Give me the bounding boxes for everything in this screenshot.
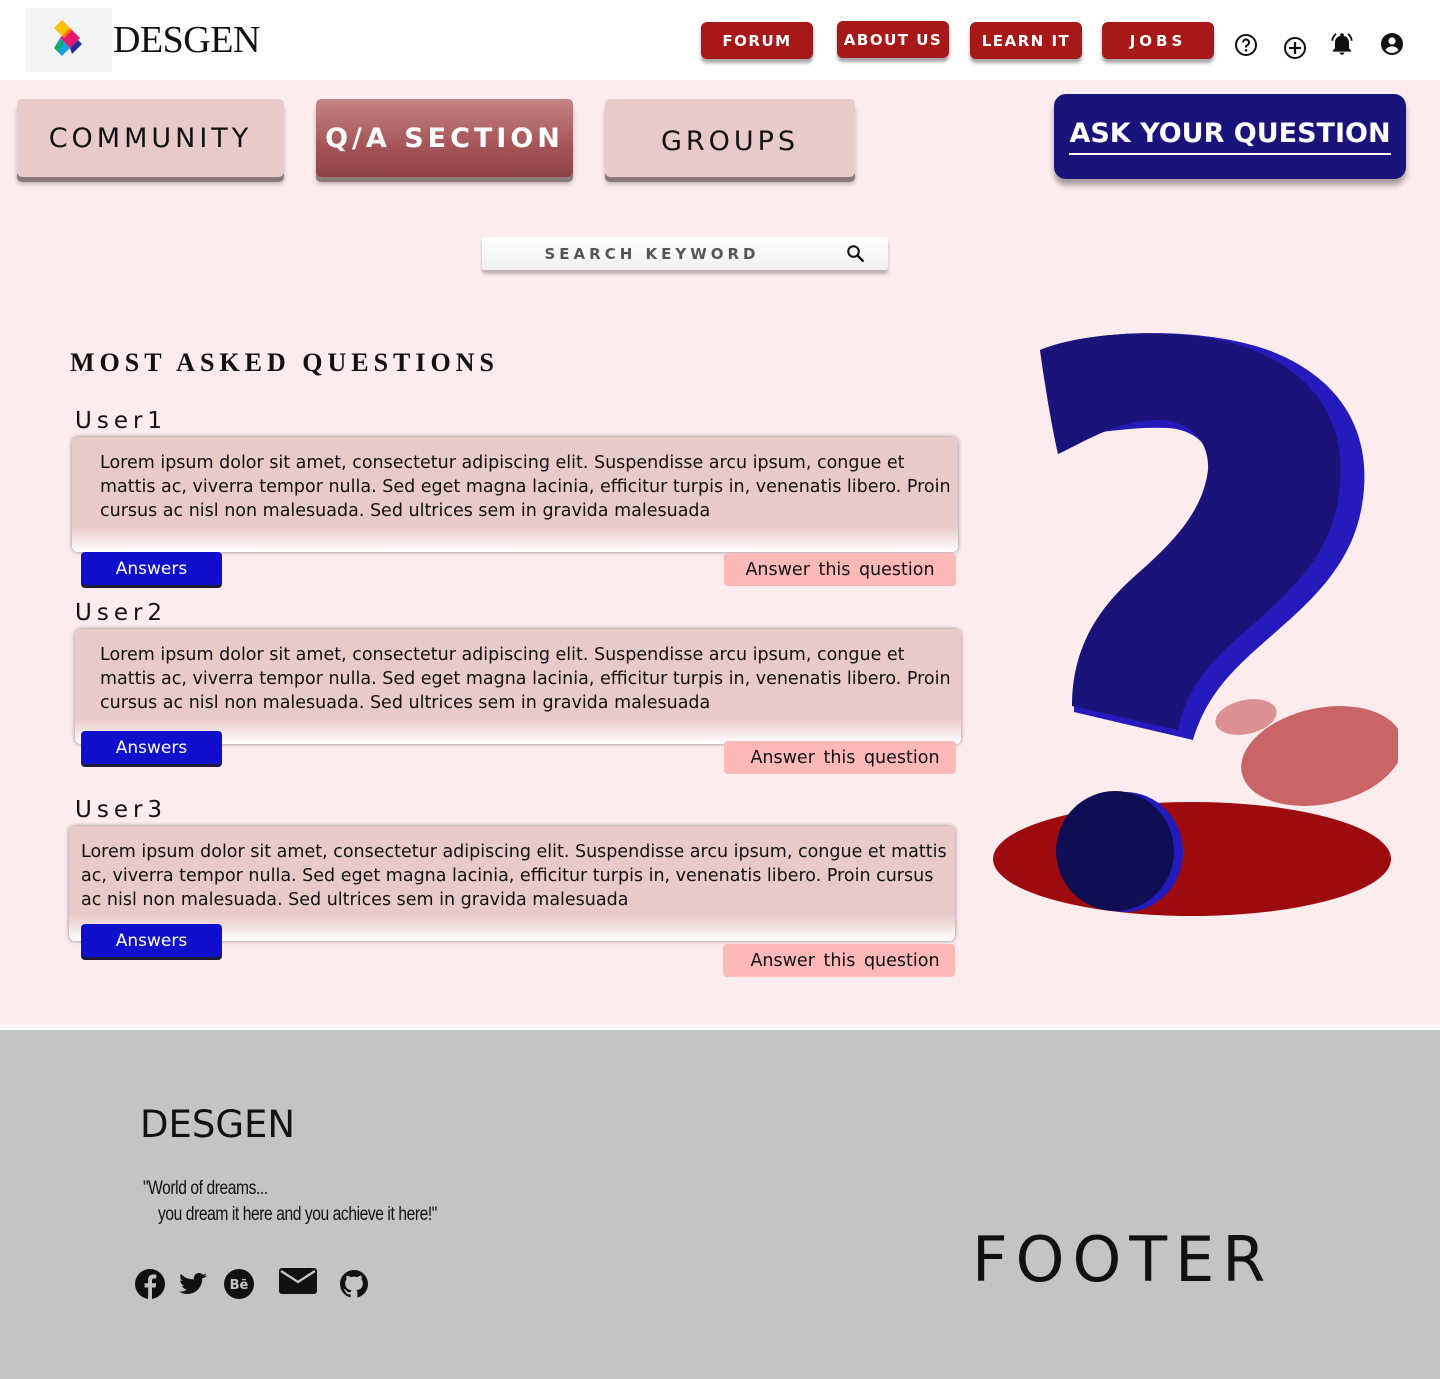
github-icon[interactable] bbox=[338, 1268, 370, 1300]
help-icon[interactable] bbox=[1234, 33, 1258, 57]
add-circle-icon[interactable] bbox=[1283, 36, 1307, 60]
ask-question-button[interactable]: ASK YOUR QUESTION bbox=[1054, 94, 1406, 179]
twitter-icon[interactable] bbox=[178, 1268, 210, 1300]
search-bar bbox=[482, 237, 888, 270]
nav-about-us-button[interactable]: ABOUT US bbox=[837, 21, 949, 58]
ask-question-label: ASK YOUR QUESTION bbox=[1069, 118, 1391, 155]
question-user-label: User1 bbox=[75, 408, 168, 434]
account-icon[interactable] bbox=[1380, 32, 1404, 56]
question-user-label: User3 bbox=[75, 797, 168, 823]
notification-bell-icon[interactable] bbox=[1329, 31, 1355, 57]
footer-tagline-line1: "World of dreams... bbox=[143, 1178, 268, 1199]
answer-question-button[interactable]: Answer this question bbox=[724, 741, 956, 774]
question-card: Lorem ipsum dolor sit amet, consectetur … bbox=[75, 629, 961, 744]
brand-name: DESGEN bbox=[113, 19, 260, 61]
footer-brand: DESGEN bbox=[140, 1103, 296, 1146]
answers-button[interactable]: Answers bbox=[81, 924, 222, 957]
main-content: COMMUNITY Q/A SECTION GROUPS ASK YOUR QU… bbox=[0, 80, 1440, 1025]
nav-jobs-button[interactable]: JOBS bbox=[1102, 22, 1214, 59]
footer-label: FOOTER bbox=[972, 1223, 1274, 1296]
search-icon[interactable] bbox=[846, 244, 866, 264]
answer-question-button[interactable]: Answer this question bbox=[723, 944, 955, 977]
question-user-label: User2 bbox=[75, 600, 168, 626]
question-mark-illustration bbox=[993, 333, 1398, 916]
facebook-icon[interactable] bbox=[134, 1268, 166, 1300]
behance-icon[interactable]: Bē bbox=[223, 1268, 255, 1300]
tab-community[interactable]: COMMUNITY bbox=[17, 99, 284, 177]
nav-learn-it-button[interactable]: LEARN IT bbox=[970, 22, 1082, 59]
answer-question-button[interactable]: Answer this question bbox=[724, 553, 956, 586]
footer-tagline-line2: you dream it here and you achieve it her… bbox=[158, 1204, 437, 1225]
tab-qa-section[interactable]: Q/A SECTION bbox=[316, 99, 573, 177]
mail-icon[interactable] bbox=[278, 1266, 318, 1296]
question-card: Lorem ipsum dolor sit amet, consectetur … bbox=[72, 437, 958, 552]
search-input[interactable] bbox=[482, 237, 822, 270]
svg-text:Bē: Bē bbox=[230, 1278, 249, 1293]
tab-groups[interactable]: GROUPS bbox=[605, 99, 855, 177]
answers-button[interactable]: Answers bbox=[81, 731, 222, 764]
nav-forum-button[interactable]: FORUM bbox=[701, 22, 813, 59]
footer: DESGEN "World of dreams... you dream it … bbox=[0, 1030, 1440, 1379]
answers-button[interactable]: Answers bbox=[81, 552, 222, 585]
logo-icon bbox=[54, 20, 82, 56]
section-title: MOST ASKED QUESTIONS bbox=[70, 348, 499, 377]
header: DESGEN FORUM ABOUT US LEARN IT JOBS bbox=[0, 0, 1440, 80]
